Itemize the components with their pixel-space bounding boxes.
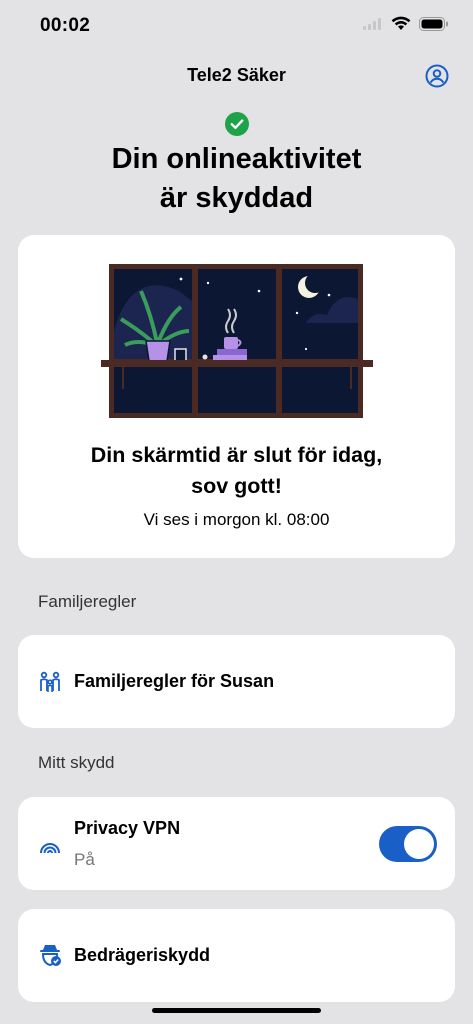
screen-time-title-line-1: Din skärmtid är slut för idag,	[90, 443, 383, 467]
wifi-icon	[391, 16, 411, 30]
screen-time-card: Din skärmtid är slut för idag, sov gott!…	[18, 235, 455, 558]
toggle-knob	[404, 829, 434, 859]
page-headline: Din onlineaktivitet är skyddad	[0, 140, 473, 218]
battery-icon	[419, 16, 448, 31]
cellular-signal-icon	[363, 17, 381, 30]
status-icons	[363, 16, 449, 31]
screen-time-title: Din skärmtid är slut för idag, sov gott!	[18, 440, 455, 502]
status-time: 00:02	[40, 15, 91, 36]
screen-time-subtitle: Vi ses i morgon kl. 08:00	[143, 510, 330, 529]
headline-line-1: Din onlineaktivitet	[111, 143, 362, 175]
headline-line-2: är skyddad	[159, 182, 314, 214]
family-rules-row[interactable]: Familjeregler för Susan	[18, 635, 455, 728]
fraud-shield-icon	[40, 945, 61, 967]
family-icon	[40, 671, 60, 692]
fraud-protection-row[interactable]: Bedrägeriskydd	[18, 909, 455, 1002]
family-rules-label: Familjeregler för Susan	[74, 671, 275, 691]
fraud-protection-label: Bedrägeriskydd	[74, 945, 211, 965]
vpn-signal-icon	[40, 843, 60, 854]
family-section-label: Familjeregler	[38, 592, 137, 611]
home-indicator	[152, 1008, 321, 1013]
protection-section-label: Mitt skydd	[38, 753, 115, 772]
app-screen: 00:02 Tele2 Säker Din onlineaktivitet är…	[0, 0, 473, 1024]
night-window-illustration	[101, 264, 373, 418]
privacy-vpn-status: På	[74, 850, 95, 869]
privacy-vpn-label: Privacy VPN	[74, 818, 181, 838]
profile-icon[interactable]	[425, 64, 449, 88]
screen-time-title-line-2: sov gott!	[191, 474, 282, 498]
protected-check-icon	[225, 112, 249, 136]
status-bar: 00:02	[0, 0, 473, 52]
privacy-vpn-row: Privacy VPN På	[18, 797, 455, 890]
privacy-vpn-toggle[interactable]	[379, 826, 437, 862]
nav-title: Tele2 Säker	[187, 65, 286, 85]
